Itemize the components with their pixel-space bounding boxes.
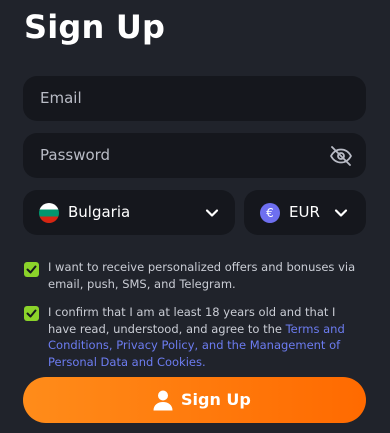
checkmark-icon <box>26 265 37 274</box>
chevron-down-icon <box>205 209 219 217</box>
euro-icon: € <box>260 203 280 223</box>
bulgaria-flag-icon <box>39 203 59 223</box>
email-field[interactable]: Email <box>23 76 366 121</box>
country-select[interactable]: Bulgaria <box>23 190 235 235</box>
checkmark-icon <box>26 309 37 318</box>
offers-checkbox[interactable] <box>24 262 39 277</box>
sign-up-button[interactable]: Sign Up <box>23 377 366 423</box>
password-placeholder: Password <box>40 146 111 164</box>
chevron-down-icon <box>334 209 348 217</box>
terms-consent-text: I confirm that I am at least 18 years ol… <box>48 304 366 370</box>
terms-text-after: . <box>201 354 206 369</box>
password-field[interactable]: Password <box>23 133 366 178</box>
sign-up-button-label: Sign Up <box>181 390 251 409</box>
offers-consent-text: I want to receive personalized offers an… <box>48 260 356 291</box>
currency-value: EUR <box>289 203 320 221</box>
currency-select[interactable]: € EUR <box>244 190 366 235</box>
terms-checkbox[interactable] <box>24 306 39 321</box>
eye-off-icon[interactable] <box>329 144 353 168</box>
email-placeholder: Email <box>40 89 82 107</box>
page-title: Sign Up <box>24 8 166 46</box>
country-value: Bulgaria <box>68 203 131 221</box>
user-icon <box>153 390 173 411</box>
